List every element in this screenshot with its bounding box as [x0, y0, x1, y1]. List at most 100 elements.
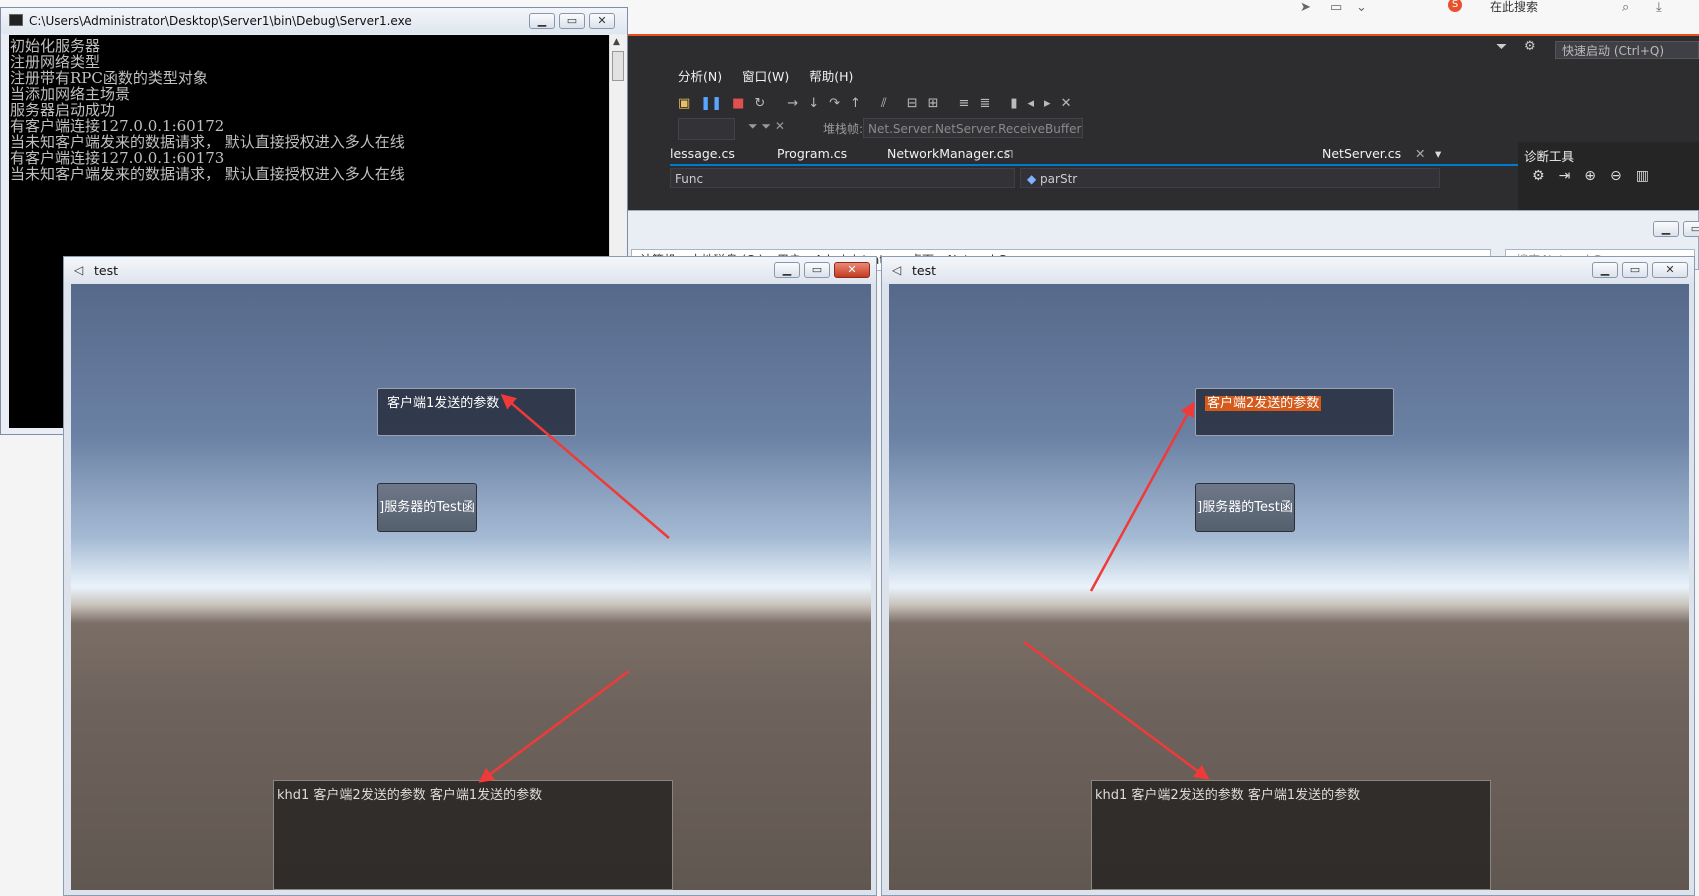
- filter-icon[interactable]: ⏷: [1496, 39, 1507, 55]
- console-line: 注册带有RPC函数的类型对象: [10, 69, 208, 87]
- unity-close-button[interactable]: ✕: [834, 262, 870, 278]
- unity-maximize-button[interactable]: ▭: [804, 262, 830, 278]
- unity-minimize-button[interactable]: ▁: [1592, 262, 1618, 278]
- chart-icon[interactable]: ▥: [1636, 168, 1649, 184]
- uncomment-icon[interactable]: ≣: [979, 96, 990, 111]
- console-maximize-button[interactable]: ▭: [559, 13, 585, 29]
- tab-networkmanager[interactable]: NetworkManager.cs: [887, 146, 1010, 161]
- stop-icon[interactable]: ■: [732, 96, 744, 111]
- restart-icon[interactable]: ↻: [754, 96, 765, 111]
- stack-frame-row: ⏷ ⏷ ✕ 堆栈帧: Net.Server.NetServer.ReceiveB…: [678, 118, 1699, 140]
- threads-icon[interactable]: ⫽: [881, 96, 887, 111]
- unity-maximize-button[interactable]: ▭: [1622, 262, 1648, 278]
- unity-window-client-2: ◁ test ▁ ▭ ✕ 客户端2发送的参数 ]服务器的Test函 khd1 客…: [881, 256, 1695, 896]
- search-icon[interactable]: ⌕: [1622, 0, 1629, 15]
- editor-tabs: lessage.cs Program.cs NetworkManager.cs …: [670, 144, 1545, 166]
- zoom-in-icon[interactable]: ⊕: [1584, 168, 1596, 184]
- back-icon[interactable]: ➤: [1300, 0, 1311, 15]
- explorer-minimize-button[interactable]: ▁: [1653, 221, 1679, 237]
- diagnostics-toolbar: ⚙ ⇥ ⊕ ⊖ ▥: [1532, 168, 1649, 184]
- unity-icon: ◁: [74, 263, 84, 277]
- field-icon: ◆: [1027, 172, 1041, 186]
- export-icon[interactable]: ⇥: [1559, 168, 1571, 184]
- bookmark-icon[interactable]: ▮: [1010, 96, 1017, 111]
- unity-game-view: 客户端2发送的参数 ]服务器的Test函 khd1 客户端2发送的参数 客户端1…: [889, 284, 1689, 890]
- zoom-out-icon[interactable]: ⊖: [1610, 168, 1622, 184]
- console-line: 当添加网络主场景: [10, 85, 131, 103]
- stack-frame-label: 堆栈帧:: [823, 122, 864, 136]
- console-line: 当未知客户端发来的数据请求， 默认直接授权进入多人在线: [10, 133, 405, 151]
- bookmark-next-icon[interactable]: ▸: [1044, 96, 1051, 111]
- vs-menu-bar: 分析(N) 窗口(W) 帮助(H): [678, 66, 853, 85]
- param-input-field[interactable]: 客户端2发送的参数: [1195, 388, 1394, 436]
- thread-dropdown[interactable]: [678, 118, 735, 140]
- unity-game-view: 客户端1发送的参数 ]服务器的Test函 khd1 客户端2发送的参数 客户端1…: [71, 284, 871, 890]
- menu-help[interactable]: 帮助(H): [809, 66, 853, 85]
- console-minimize-button[interactable]: ▁: [529, 13, 555, 29]
- diagnostics-panel: 诊断工具 ⚙ ⇥ ⊕ ⊖ ▥: [1518, 142, 1699, 216]
- console-line: 当未知客户端发来的数据请求， 默认直接授权进入多人在线: [10, 165, 405, 183]
- message-log-box: khd1 客户端2发送的参数 客户端1发送的参数: [273, 780, 673, 890]
- unity-window-title: test: [94, 263, 119, 278]
- unity-titlebar[interactable]: ◁ test ▁ ▭ ✕: [882, 257, 1694, 283]
- menu-window[interactable]: 窗口(W): [742, 66, 789, 85]
- explorer-maximize-button[interactable]: ▭: [1683, 221, 1699, 237]
- chevron-down-icon[interactable]: ▾: [1435, 146, 1441, 161]
- diagnostics-title: 诊断工具: [1524, 149, 1575, 164]
- tab-message[interactable]: lessage.cs: [670, 146, 735, 161]
- filter-threads-icon[interactable]: ⏷ ⏷ ✕: [748, 119, 785, 134]
- account-icon[interactable]: ⚙: [1524, 39, 1536, 54]
- arrow-to-log: [478, 669, 630, 783]
- console-icon: [9, 14, 23, 26]
- bookmark-prev-icon[interactable]: ◂: [1028, 96, 1035, 111]
- symbol-dropdown-label: parStr: [1040, 172, 1078, 186]
- process-icon[interactable]: ▣: [678, 96, 690, 111]
- message-log-box: khd1 客户端2发送的参数 客户端1发送的参数: [1091, 780, 1491, 890]
- call-server-test-button[interactable]: ]服务器的Test函: [377, 483, 477, 532]
- pause-icon[interactable]: ❚❚: [700, 96, 722, 111]
- unity-minimize-button[interactable]: ▁: [774, 262, 800, 278]
- menu-analyze[interactable]: 分析(N): [678, 66, 722, 85]
- console-close-button[interactable]: ✕: [589, 13, 615, 29]
- member-dropdown[interactable]: Func: [670, 168, 1015, 188]
- tab-program[interactable]: Program.cs: [777, 146, 847, 161]
- settings-icon[interactable]: ⚙: [1532, 168, 1545, 184]
- page-icon[interactable]: ▭: [1330, 0, 1342, 15]
- tab-netserver[interactable]: NetServer.cs: [1322, 146, 1401, 161]
- format-icon[interactable]: ⊞: [928, 96, 939, 111]
- console-titlebar[interactable]: C:\Users\Administrator\Desktop\Server1\b…: [1, 8, 627, 34]
- call-server-test-button[interactable]: ]服务器的Test函: [1195, 483, 1295, 532]
- param-input-field[interactable]: 客户端1发送的参数: [377, 388, 576, 436]
- stack-frame-dropdown[interactable]: Net.Server.NetServer.ReceiveBufferHa: [863, 118, 1083, 138]
- step-next-icon[interactable]: →: [787, 96, 798, 111]
- search-label[interactable]: 在此搜索: [1490, 0, 1538, 15]
- visual-studio-window: ⏷ ⚙ 快速启动 (Ctrl+Q) 分析(N) 窗口(W) 帮助(H) ▣ ❚❚…: [600, 34, 1699, 216]
- pin-icon[interactable]: ⊓: [1004, 146, 1014, 161]
- unity-icon: ◁: [892, 263, 902, 277]
- breakpoint-icon[interactable]: ⊟: [907, 96, 918, 111]
- unity-close-button[interactable]: ✕: [1652, 262, 1688, 278]
- download-icon[interactable]: ⤓: [1656, 0, 1662, 15]
- console-scroll-thumb[interactable]: [612, 51, 624, 81]
- close-icon[interactable]: ✕: [1415, 146, 1425, 161]
- console-line: 注册网络类型: [10, 53, 101, 71]
- step-out-icon[interactable]: ↑: [850, 96, 861, 111]
- unity-titlebar[interactable]: ◁ test ▁ ▭ ✕: [64, 257, 876, 283]
- param-input-text: 客户端1发送的参数: [387, 396, 500, 411]
- vs-debug-toolbar: ▣ ❚❚ ■ ↻ → ↓ ↷ ↑ ⫽ ⊟ ⊞ ≡ ≣ ▮ ◂ ▸ ✕: [678, 92, 1699, 114]
- console-line: 有客户端连接127.0.0.1:60172: [10, 117, 225, 135]
- console-line: 服务器启动成功: [10, 101, 116, 119]
- search-engine-icon[interactable]: S: [1448, 0, 1462, 12]
- console-line: 初始化服务器: [10, 37, 101, 55]
- scroll-up-icon[interactable]: ▲: [613, 37, 620, 47]
- arrow-to-log: [1023, 640, 1210, 780]
- quick-launch-input[interactable]: 快速启动 (Ctrl+Q): [1555, 41, 1699, 59]
- console-title: C:\Users\Administrator\Desktop\Server1\b…: [29, 14, 412, 28]
- step-over-icon[interactable]: ↷: [829, 96, 840, 111]
- comment-icon[interactable]: ≡: [959, 96, 970, 111]
- console-line: 有客户端连接127.0.0.1:60173: [10, 149, 225, 167]
- bookmark-clear-icon[interactable]: ✕: [1061, 96, 1072, 111]
- step-into-icon[interactable]: ↓: [808, 96, 819, 111]
- chevron-down-icon[interactable]: ⌄: [1356, 0, 1367, 15]
- symbol-dropdown[interactable]: ◆ parStr: [1020, 168, 1440, 188]
